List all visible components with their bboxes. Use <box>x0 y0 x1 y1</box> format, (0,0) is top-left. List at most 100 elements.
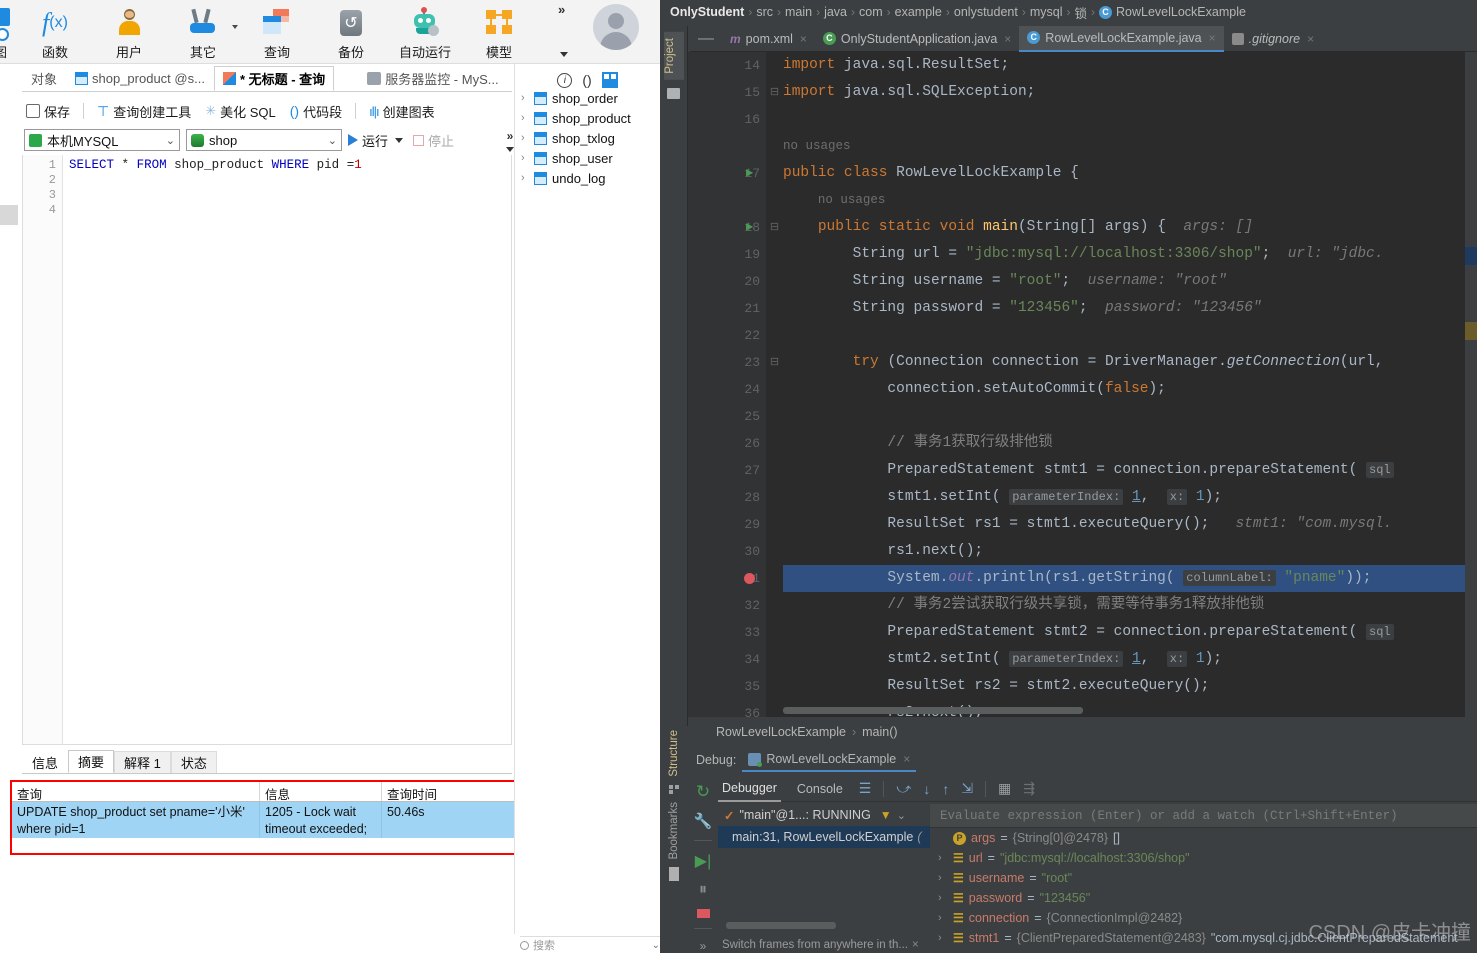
editor-tab-onlystudentapplication[interactable]: C OnlyStudentApplication.java × <box>815 26 1019 52</box>
tab-status[interactable]: 状态 <box>170 751 217 773</box>
code-line[interactable]: System.out.println(rs1.getString( column… <box>783 565 1477 592</box>
code-line[interactable]: // 事务2尝试获取行级共享锁，需要等待事务1释放排他锁 <box>783 592 1477 619</box>
code-line[interactable]: import java.sql.ResultSet; <box>783 52 1477 79</box>
more-actions-icon[interactable]: » <box>700 939 707 953</box>
line-number[interactable]: 14 <box>706 52 766 79</box>
breadcrumb-item[interactable]: 锁 <box>1074 3 1087 22</box>
tab-explain[interactable]: 解释 1 <box>114 751 171 773</box>
line-number[interactable]: 27 <box>706 457 766 484</box>
editor-code[interactable]: import java.sql.ResultSet; import java.sq… <box>783 52 1477 717</box>
code-line[interactable]: ResultSet rs2 = stmt2.executeQuery(); <box>783 673 1477 700</box>
resume-program-icon[interactable]: ▶| <box>695 851 711 871</box>
chevron-down-icon[interactable] <box>395 137 404 143</box>
save-button[interactable]: 保存 <box>22 100 74 123</box>
query-builder-button[interactable]: ⊤ 查询创建工具 <box>93 100 195 123</box>
folder-icon[interactable] <box>667 87 680 99</box>
close-icon[interactable]: × <box>1209 31 1216 45</box>
close-icon[interactable]: × <box>1004 32 1011 46</box>
breadcrumb-item[interactable]: onlystudent <box>954 5 1018 19</box>
snippet-button[interactable]: () 代码段 <box>286 100 346 123</box>
tree-item-shop-txlog[interactable]: › shop_txlog <box>515 128 660 148</box>
code-line[interactable]: stmt2.setInt( parameterIndex: 1, x: 1); <box>783 646 1477 673</box>
line-number[interactable]: 18 ▶ <box>706 214 766 241</box>
expand-arrow[interactable]: › <box>938 852 948 864</box>
expand-arrow[interactable]: › <box>938 932 948 944</box>
line-number[interactable] <box>706 187 766 214</box>
settings-wrench-icon[interactable]: 🔧 <box>694 812 713 830</box>
tree-item-shop-product[interactable]: › shop_product <box>515 108 660 128</box>
bookmark-icon[interactable] <box>669 867 679 882</box>
thread-selector[interactable]: ✓ "main"@1...: RUNNING ▼ ⌄ <box>718 804 930 826</box>
code-line[interactable]: String url = "jdbc:mysql://localhost:330… <box>783 241 1477 268</box>
tool-window-bookmarks[interactable]: Bookmarks <box>668 802 680 860</box>
structure-icon[interactable] <box>668 784 680 794</box>
step-out-icon[interactable]: ↑ <box>942 781 949 797</box>
line-number[interactable]: 23 <box>706 349 766 376</box>
variable-row-username[interactable]: › ☰ username = "root" <box>930 868 1477 888</box>
editor-hscrollbar[interactable] <box>783 707 1083 714</box>
evaluate-expression-icon[interactable]: ▦ <box>998 780 1011 797</box>
tab-info[interactable]: 信息 <box>22 751 68 773</box>
code-line[interactable] <box>783 322 1477 349</box>
line-number[interactable]: 28 <box>706 484 766 511</box>
stop-button[interactable]: 停止 <box>413 131 454 150</box>
breadcrumb-item[interactable]: com <box>859 5 883 19</box>
expand-arrow[interactable]: › <box>938 872 948 884</box>
editor-tab-pom-xml[interactable]: m pom.xml × <box>722 26 815 52</box>
tab-server-monitor[interactable]: 服务器监控 - MyS... <box>358 66 507 91</box>
filter-icon[interactable]: ▼ <box>880 808 892 822</box>
chevron-right-icon[interactable]: › <box>521 92 529 104</box>
chevron-right-icon[interactable]: › <box>521 112 529 124</box>
code-line[interactable]: no usages <box>783 133 1477 160</box>
code-line[interactable] <box>783 106 1477 133</box>
ribbon-item-user[interactable]: 用户 <box>92 0 166 62</box>
code-line[interactable]: no usages <box>783 187 1477 214</box>
breadcrumb-item[interactable]: example <box>895 5 942 19</box>
line-number[interactable]: 16 <box>706 106 766 133</box>
code-line[interactable]: String username = "root"; username: "roo… <box>783 268 1477 295</box>
breadcrumb-item[interactable]: mysql <box>1030 5 1063 19</box>
line-number[interactable] <box>706 133 766 160</box>
line-number[interactable]: 30 <box>706 538 766 565</box>
line-number[interactable]: 29 <box>706 511 766 538</box>
code-line[interactable]: public class RowLevelLockExample { <box>783 160 1477 187</box>
code-line[interactable]: rs1.next(); <box>783 538 1477 565</box>
info-icon[interactable]: i <box>557 72 573 88</box>
tool-window-project[interactable]: Project <box>663 32 684 80</box>
line-number[interactable]: 22 <box>706 322 766 349</box>
parentheses-icon[interactable]: () <box>582 72 591 88</box>
rerun-icon[interactable]: ↻ <box>696 782 710 802</box>
ribbon-item-model[interactable]: 模型 <box>462 0 536 62</box>
code-line[interactable]: PreparedStatement stmt2 = connection.pre… <box>783 619 1477 646</box>
code-line[interactable]: import java.sql.SQLException; <box>783 79 1477 106</box>
left-scroll-nub[interactable] <box>0 205 18 225</box>
code-line[interactable]: public static void main(String[] args) {… <box>783 214 1477 241</box>
editor-fold-column[interactable]: ⊟ ⊟ ⊟ <box>766 52 783 717</box>
run-button[interactable]: 运行 <box>348 131 404 150</box>
chevron-down-icon[interactable]: ⌄ <box>328 134 337 147</box>
ribbon-overflow-icon[interactable]: » <box>558 2 565 17</box>
code-line[interactable]: // 事务1获取行级排他锁 <box>783 430 1477 457</box>
tool-window-structure[interactable]: Structure <box>668 730 680 777</box>
tab-debugger[interactable]: Debugger <box>718 776 781 802</box>
tab-untitled-query[interactable]: * 无标题 - 查询 <box>213 66 335 91</box>
ribbon-collapse-icon[interactable] <box>560 52 568 57</box>
line-number[interactable]: 25 <box>706 403 766 430</box>
run-to-cursor-icon[interactable]: ⇲ <box>961 780 973 797</box>
line-number[interactable]: 17 ▶ <box>706 160 766 187</box>
frames-scrollbar[interactable] <box>726 922 836 929</box>
bottom-search-box[interactable]: 搜索 ⌄ <box>520 936 660 953</box>
chevron-down-icon[interactable]: ⌄ <box>166 134 175 147</box>
code-line[interactable]: connection.setAutoCommit(false); <box>783 376 1477 403</box>
grid-icon[interactable] <box>601 72 618 88</box>
sql-text[interactable]: SELECT * FROM shop_product WHERE pid =1 <box>69 158 509 173</box>
stack-frame-row[interactable]: main:31, RowLevelLockExample ( <box>718 826 930 848</box>
chevron-right-icon[interactable]: › <box>521 152 529 164</box>
code-line[interactable]: String password = "123456"; password: "1… <box>783 295 1477 322</box>
beautify-sql-button[interactable]: ✳ 美化 SQL <box>201 100 280 123</box>
chevron-right-icon[interactable]: › <box>521 172 529 184</box>
line-number[interactable]: 24 <box>706 376 766 403</box>
pause-program-icon[interactable]: ⏸ <box>699 881 707 899</box>
close-icon[interactable]: × <box>1307 32 1314 46</box>
tree-item-shop-order[interactable]: › shop_order <box>515 88 660 108</box>
